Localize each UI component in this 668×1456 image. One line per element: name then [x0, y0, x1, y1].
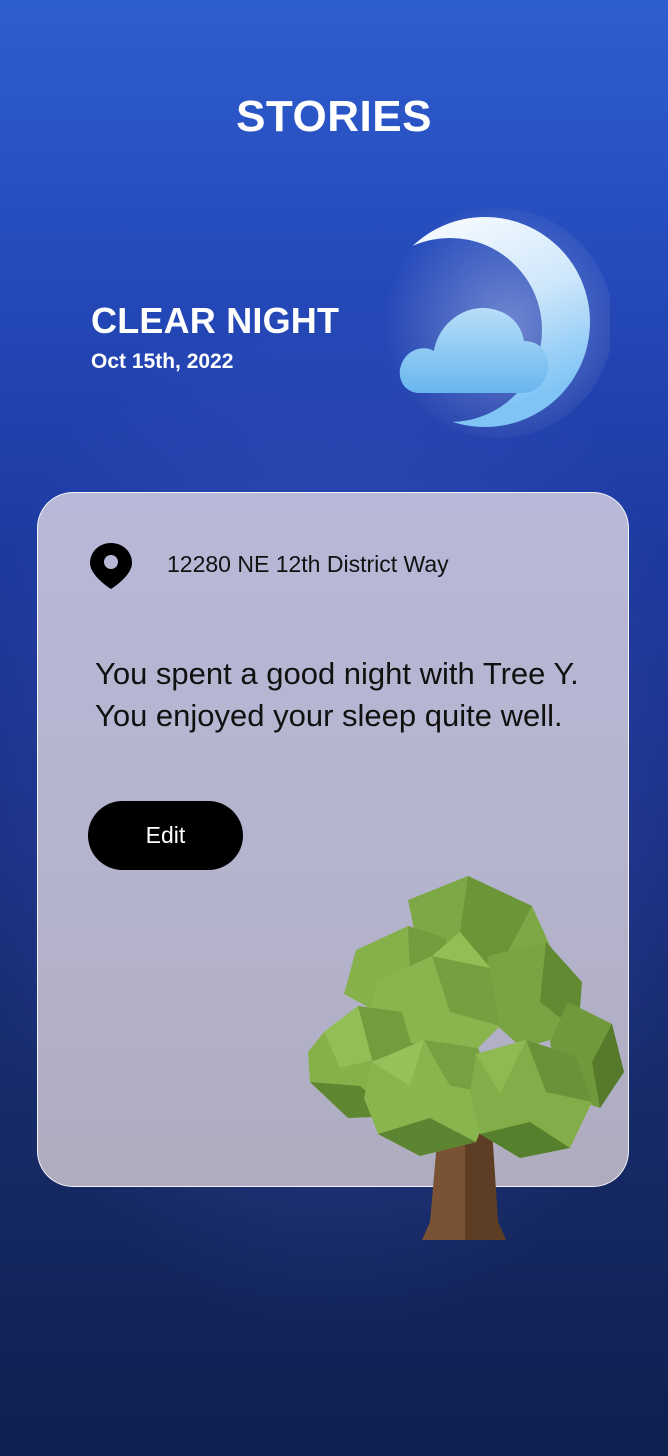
story-text: You spent a good night with Tree Y. You …	[95, 653, 615, 737]
tree-icon	[300, 872, 630, 1252]
story-line: You enjoyed your sleep quite well.	[95, 698, 563, 733]
weather-condition: CLEAR NIGHT	[91, 300, 340, 341]
page-title: STORIES	[236, 92, 432, 141]
location-address: 12280 NE 12th District Way	[167, 551, 449, 577]
story-date: Oct 15th, 2022	[91, 350, 234, 373]
story-line: You spent a good night with Tree Y.	[95, 656, 579, 691]
location-pin-icon	[88, 541, 134, 591]
edit-button[interactable]: Edit	[88, 801, 243, 870]
moon-cloud-icon	[380, 205, 613, 440]
